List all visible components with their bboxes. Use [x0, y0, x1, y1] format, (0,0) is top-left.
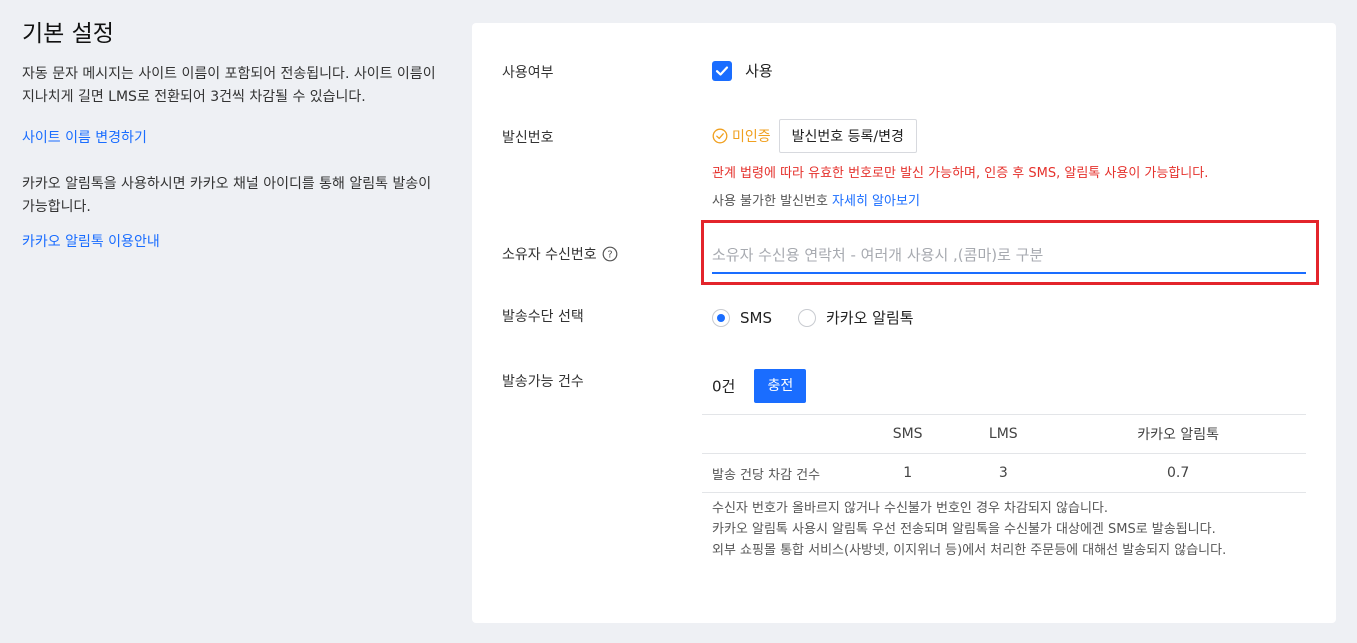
use-label: 사용여부 — [502, 65, 554, 81]
row-label: 발송 건당 차감 건수 — [702, 453, 859, 493]
method-radio-group: SMS 카카오 알림톡 — [712, 307, 940, 328]
use-checkbox[interactable] — [712, 60, 732, 81]
svg-text:?: ? — [607, 250, 612, 261]
learn-more-link[interactable]: 자세히 알아보기 — [832, 190, 920, 209]
settings-card: 사용여부 사용 발신번호 미인증 발신번호 등록/변경 관계 법령에 따라 유효… — [472, 23, 1336, 623]
kakao-description: 카카오 알림톡을 사용하시면 카카오 채널 아이디를 통해 알림톡 발송이 가능… — [22, 176, 432, 215]
owner-phone-label: 소유자 수신번호 — [502, 247, 597, 263]
count-value: 0건 — [712, 377, 736, 396]
owner-phone-input[interactable] — [712, 238, 1306, 274]
count-row: 0건 충전 — [712, 369, 807, 403]
cell-kakao: 0.7 — [1050, 453, 1306, 493]
register-sender-button[interactable]: 발신번호 등록/변경 — [778, 119, 917, 153]
footnote-line: 외부 쇼핑몰 통합 서비스(사방넷, 이지위너 등)에서 처리한 주문등에 대해… — [712, 543, 1227, 558]
check-icon — [715, 65, 729, 76]
radio-kakao[interactable]: 카카오 알림톡 — [798, 307, 914, 328]
cell-lms: 3 — [956, 453, 1051, 493]
change-site-name-link[interactable]: 사이트 이름 변경하기 — [22, 127, 147, 147]
method-label: 발송수단 선택 — [502, 309, 584, 325]
table-header-kakao: 카카오 알림톡 — [1050, 414, 1306, 454]
footnote-line: 수신자 번호가 올바르지 않거나 수신불가 번호인 경우 차감되지 않습니다. — [712, 501, 1108, 516]
table-header-sms: SMS — [859, 414, 957, 454]
sender-row: 미인증 발신번호 등록/변경 — [712, 119, 917, 153]
sender-note: 사용 불가한 발신번호 자세히 알아보기 — [712, 190, 920, 209]
footnote-line: 카카오 알림톡 사용시 알림톡 우선 전송되며 알림톡을 수신불가 대상에겐 S… — [712, 522, 1216, 537]
rate-table: SMS LMS 카카오 알림톡 발송 건당 차감 건수 1 3 0.7 — [702, 414, 1306, 493]
radio-kakao-button[interactable] — [798, 308, 816, 327]
owner-phone-label-row: 소유자 수신번호 ? — [502, 244, 618, 264]
table-header-empty — [702, 414, 859, 454]
radio-sms-button[interactable] — [712, 308, 730, 327]
page-title: 기본 설정 — [22, 21, 114, 47]
sender-status-badge: 미인증 — [712, 126, 771, 146]
kakao-guide-link[interactable]: 카카오 알림톡 이용안내 — [22, 231, 160, 251]
use-checkbox-group[interactable]: 사용 — [712, 60, 773, 81]
table-header-lms: LMS — [956, 414, 1051, 454]
settings-description: 기본 설정 자동 문자 메시지는 사이트 이름이 포함되어 전송됩니다. 사이트… — [22, 18, 442, 251]
count-label: 발송가능 건수 — [502, 374, 584, 390]
sender-label: 발신번호 — [502, 130, 554, 146]
footnotes: 수신자 번호가 올바르지 않거나 수신불가 번호인 경우 차감되지 않습니다. … — [712, 498, 1226, 561]
site-name-description: 자동 문자 메시지는 사이트 이름이 포함되어 전송됩니다. 사이트 이름이 지… — [22, 66, 436, 105]
charge-button[interactable]: 충전 — [754, 369, 807, 403]
check-circle-icon — [712, 128, 728, 144]
radio-sms[interactable]: SMS — [712, 308, 772, 327]
help-icon[interactable]: ? — [602, 246, 618, 262]
table-row: 발송 건당 차감 건수 1 3 0.7 — [702, 453, 1306, 493]
table-header-row: SMS LMS 카카오 알림톡 — [702, 414, 1306, 454]
cell-sms: 1 — [859, 453, 957, 493]
sender-status-text: 미인증 — [732, 129, 771, 145]
sender-warning: 관계 법령에 따라 유효한 번호로만 발신 가능하며, 인증 후 SMS, 알림… — [712, 166, 1209, 181]
use-checkbox-label: 사용 — [745, 62, 773, 80]
radio-sms-label: SMS — [740, 308, 772, 327]
radio-kakao-label: 카카오 알림톡 — [826, 309, 914, 327]
sender-note-text: 사용 불가한 발신번호 — [712, 194, 828, 209]
